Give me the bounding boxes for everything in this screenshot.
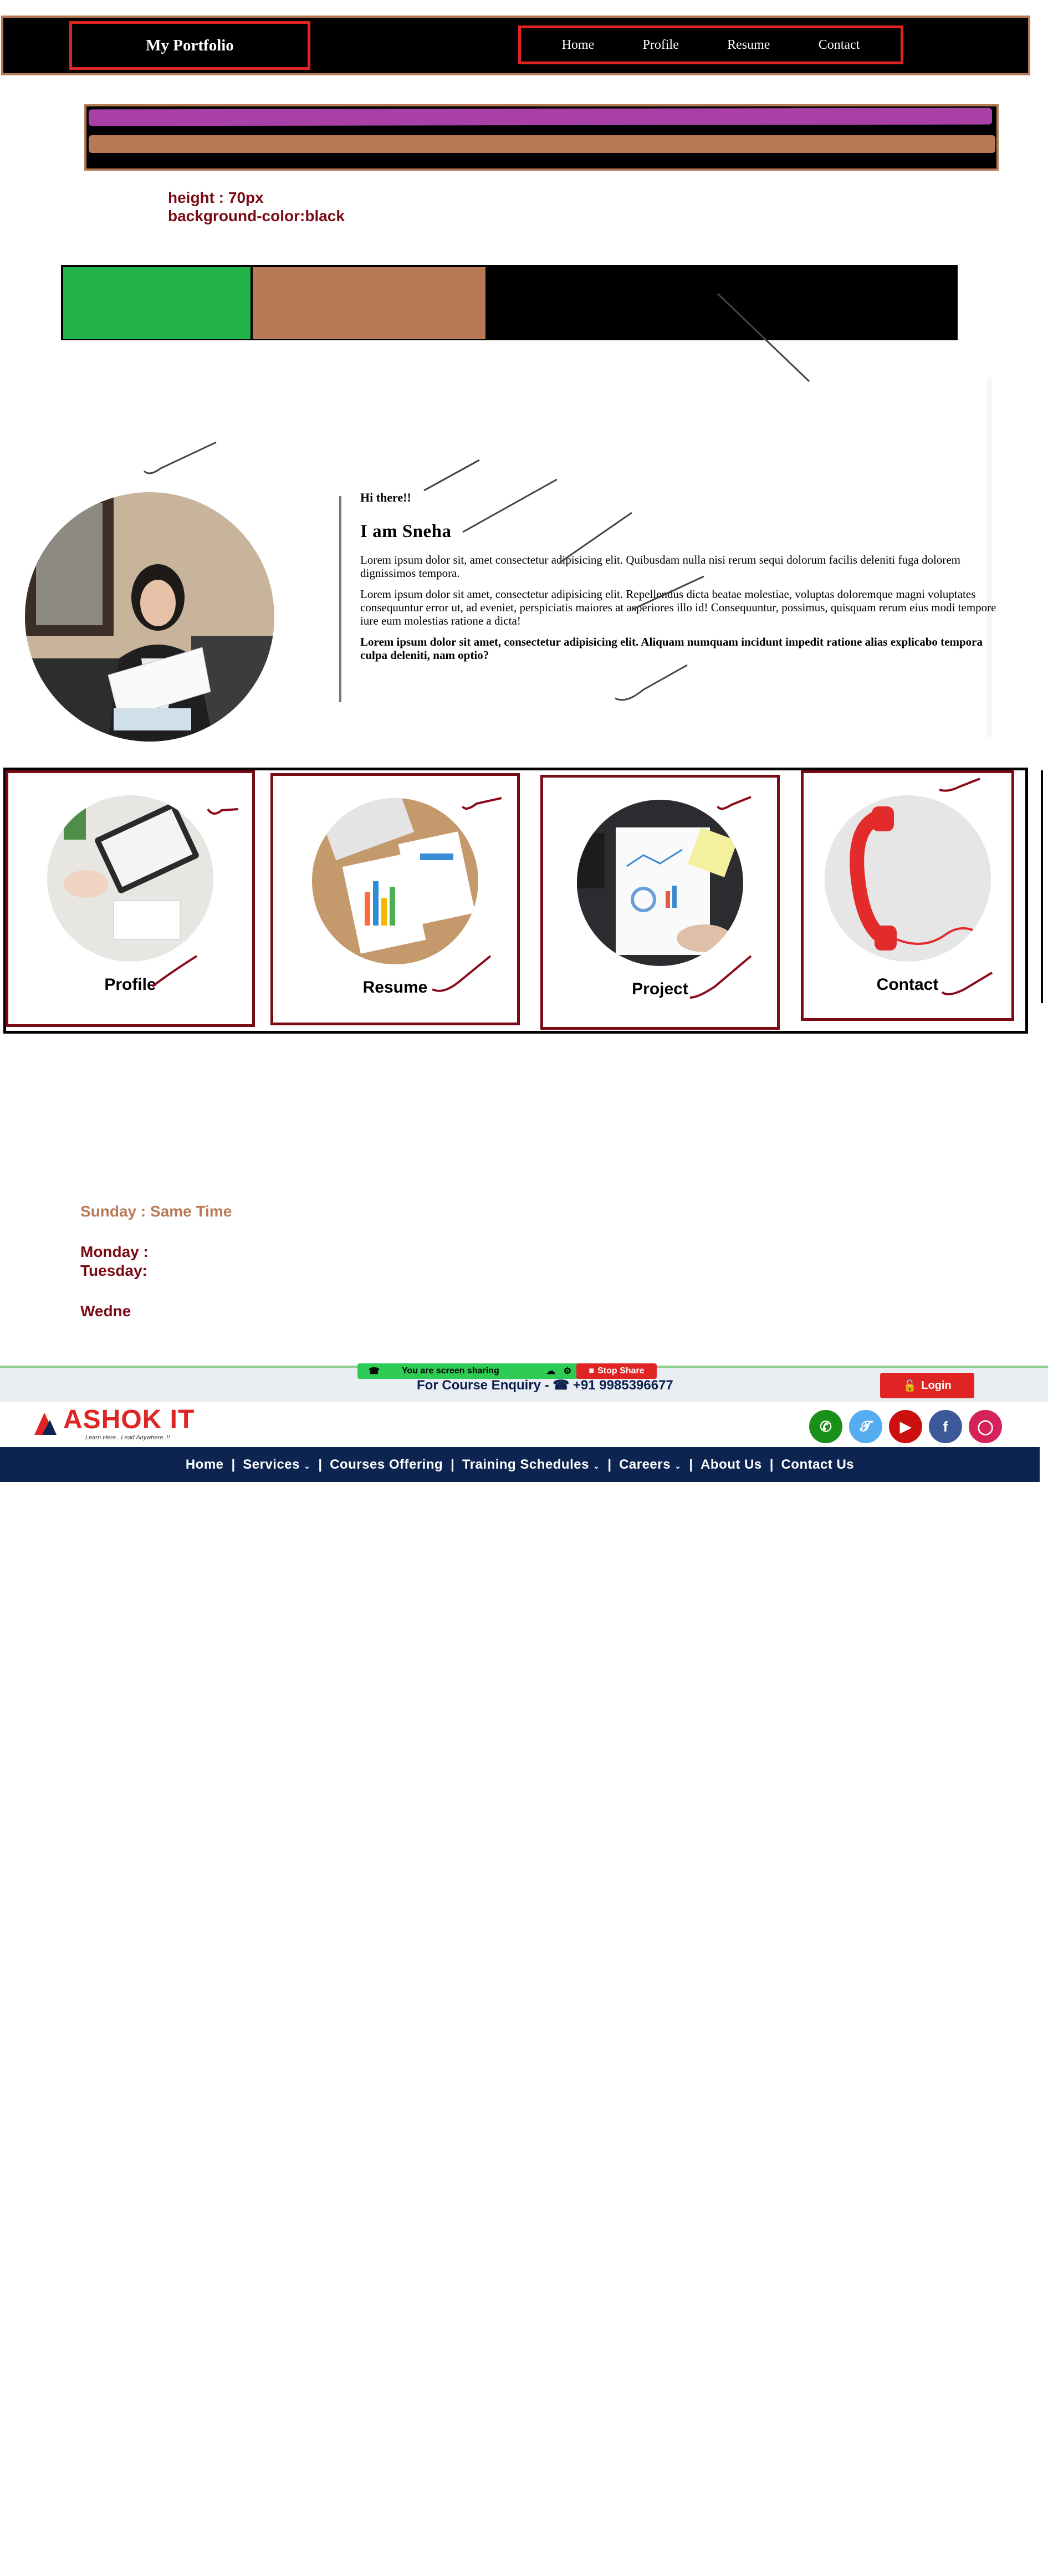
logo-text: ASHOK IT xyxy=(63,1405,195,1434)
nav-separator: | xyxy=(231,1456,236,1472)
login-label: Login xyxy=(921,1379,952,1392)
nav-contact[interactable]: Contact xyxy=(819,38,860,53)
portfolio-brand[interactable]: My Portfolio xyxy=(69,21,310,70)
settings-icon[interactable]: ⚙ xyxy=(564,1366,571,1377)
page-edge xyxy=(1041,770,1043,1003)
nav-item-courses-offering[interactable]: Courses Offering xyxy=(330,1457,443,1473)
nav-item-services[interactable]: Services ⌄ xyxy=(243,1457,310,1473)
nav-item-contact-us[interactable]: Contact Us xyxy=(781,1457,854,1473)
nav-separator: | xyxy=(607,1456,612,1472)
course-enquiry: For Course Enquiry - ☎ +91 9985396677 xyxy=(417,1378,673,1393)
login-button[interactable]: 🔓 Login xyxy=(880,1373,974,1398)
nav-separator: | xyxy=(769,1456,774,1472)
youtube-icon[interactable]: ▶ xyxy=(889,1410,922,1443)
schedule-monday: Monday : xyxy=(80,1243,149,1260)
main-navigation: Home | Services ⌄ | Courses Offering | T… xyxy=(0,1447,1040,1482)
stop-share-label: Stop Share xyxy=(597,1366,645,1376)
stop-icon: ■ xyxy=(589,1366,595,1376)
css-note: height : 70px background-color:black xyxy=(168,188,345,225)
nav-resume[interactable]: Resume xyxy=(727,38,770,53)
cloud-icon[interactable]: ☁ xyxy=(546,1366,555,1377)
nav-item-home[interactable]: Home xyxy=(186,1457,224,1473)
nav-training-label: Training Schedules xyxy=(462,1456,589,1472)
nav-separator: | xyxy=(318,1456,323,1472)
portfolio-nav: Home Profile Resume Contact xyxy=(518,25,903,64)
nav-separator: | xyxy=(451,1456,454,1472)
stop-share-button[interactable]: ■ Stop Share xyxy=(576,1363,657,1379)
note-background: background-color:black xyxy=(168,207,345,224)
nav-careers-label: Careers xyxy=(619,1456,671,1472)
nav-home[interactable]: Home xyxy=(562,38,595,53)
twitter-icon[interactable]: 𝓣 xyxy=(849,1410,882,1443)
schedule-wednesday: Wedne xyxy=(80,1302,131,1320)
instagram-icon[interactable]: ◯ xyxy=(969,1410,1002,1443)
schedule-tuesday: Tuesday: xyxy=(80,1262,147,1279)
screen-share-message: You are screen sharing xyxy=(401,1366,499,1376)
ink-checkmarks xyxy=(151,778,993,999)
nav-separator: | xyxy=(689,1456,693,1472)
facebook-icon[interactable]: f xyxy=(929,1410,962,1443)
purple-stripe xyxy=(88,108,993,126)
chevron-down-icon: ⌄ xyxy=(593,1461,600,1470)
phone-icon: ☎ xyxy=(369,1367,380,1376)
ashok-it-logo[interactable]: ASHOK IT Learn Here.. Lead Anywhere..!! xyxy=(34,1404,201,1443)
nav-item-training-schedules[interactable]: Training Schedules ⌄ xyxy=(462,1457,600,1473)
nav-profile[interactable]: Profile xyxy=(643,38,679,53)
nav-item-about-us[interactable]: About Us xyxy=(701,1457,762,1473)
pen-annotations xyxy=(143,293,810,701)
schedule-sunday: Sunday : Same Time xyxy=(80,1203,232,1220)
chevron-down-icon: ⌄ xyxy=(674,1461,682,1470)
nav-services-label: Services xyxy=(243,1456,300,1472)
copper-stripe xyxy=(89,135,995,153)
logo-tagline: Learn Here.. Lead Anywhere..!! xyxy=(85,1434,170,1441)
nav-item-careers[interactable]: Careers ⌄ xyxy=(619,1457,681,1473)
chevron-down-icon: ⌄ xyxy=(304,1461,311,1470)
note-height: height : 70px xyxy=(168,189,264,206)
whatsapp-icon[interactable]: ✆ xyxy=(809,1410,842,1443)
unlock-icon: 🔓 xyxy=(903,1379,917,1392)
